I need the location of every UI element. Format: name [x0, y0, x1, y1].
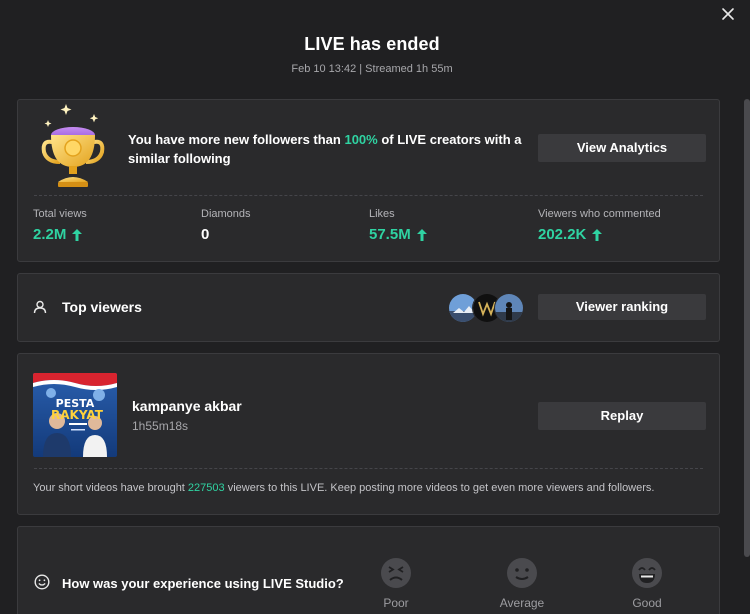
stat-viewers-commented: Viewers who commented 202.2K [538, 208, 661, 243]
followers-comparison: You have more new followers than 100% of… [128, 130, 528, 168]
stat-value: 2.2M [33, 226, 87, 243]
rating-poor[interactable]: Poor [356, 557, 436, 610]
thumbnail-text-2: RAKYAT [51, 408, 104, 422]
stream-summary: Feb 10 13:42 | Streamed 1h 55m [291, 63, 453, 75]
dialog-title: LIVE has ended [304, 34, 440, 54]
avatar[interactable] [494, 293, 524, 323]
stat-label: Total views [33, 208, 87, 220]
stream-video-card: PESTA RAKYAT kampanye akbar 1h55m18s Rep… [17, 353, 720, 515]
stat-label: Diamonds [201, 208, 251, 220]
diamonds-value: 0 [201, 226, 210, 243]
view-analytics-button[interactable]: View Analytics [538, 134, 706, 162]
scrollbar[interactable] [744, 99, 750, 557]
rating-good[interactable]: Good [607, 557, 687, 610]
trend-up-icon [592, 228, 603, 241]
trend-up-icon [416, 228, 427, 241]
stat-diamonds: Diamonds 0 [201, 208, 251, 243]
stat-label: Likes [369, 208, 395, 220]
frown-face-icon [381, 558, 411, 588]
summary-card: You have more new followers than 100% of… [17, 99, 720, 262]
rating-average[interactable]: Average [482, 557, 562, 610]
rating-label: Average [499, 596, 545, 610]
stat-value: 0 [201, 226, 251, 243]
neutral-face-icon [507, 558, 537, 588]
short-videos-message: Your short videos have brought 227503 vi… [33, 482, 654, 494]
top-viewer-avatars[interactable] [448, 293, 528, 325]
video-duration: 1h55m18s [132, 419, 189, 433]
likes-value: 57.5M [369, 226, 411, 243]
top-viewers-card: Top viewers Viewer ranking [17, 273, 720, 342]
rating-label: Poor [383, 596, 409, 610]
stat-total-views: Total views 2.2M [33, 208, 87, 243]
trophy-icon [41, 104, 105, 187]
total-views-value: 2.2M [33, 226, 67, 243]
feedback-card: How was your experience using LIVE Studi… [17, 526, 720, 614]
stat-label: Viewers who commented [538, 208, 661, 220]
user-icon [33, 300, 47, 314]
feedback-question: How was your experience using LIVE Studi… [62, 576, 344, 591]
stat-likes: Likes 57.5M [369, 208, 427, 243]
video-thumbnail[interactable]: PESTA RAKYAT [33, 373, 117, 457]
trend-up-icon [72, 228, 83, 241]
stat-value: 202.2K [538, 226, 661, 243]
close-icon[interactable] [720, 6, 736, 22]
live-ended-dialog: LIVE has ended Feb 10 13:42 | Streamed 1… [0, 0, 750, 614]
video-divider [34, 468, 703, 469]
followers-prefix: You have more new followers than [128, 132, 345, 147]
summary-divider [34, 195, 703, 196]
grin-face-icon [632, 558, 662, 588]
followers-percent: 100% [344, 132, 378, 147]
replay-button[interactable]: Replay [538, 402, 706, 430]
top-viewers-label: Top viewers [62, 299, 142, 315]
viewers-commented-value: 202.2K [538, 226, 587, 243]
viewer-ranking-button[interactable]: Viewer ranking [538, 294, 706, 320]
stat-value: 57.5M [369, 226, 427, 243]
short-videos-prefix: Your short videos have brought [33, 482, 188, 494]
short-videos-suffix: viewers to this LIVE. Keep posting more … [224, 482, 655, 494]
video-title: kampanye akbar [132, 398, 242, 414]
rating-label: Good [632, 596, 662, 610]
smiley-icon [34, 574, 50, 590]
dialog-header: LIVE has ended Feb 10 13:42 | Streamed 1… [0, 34, 744, 75]
short-videos-count: 227503 [187, 482, 225, 494]
